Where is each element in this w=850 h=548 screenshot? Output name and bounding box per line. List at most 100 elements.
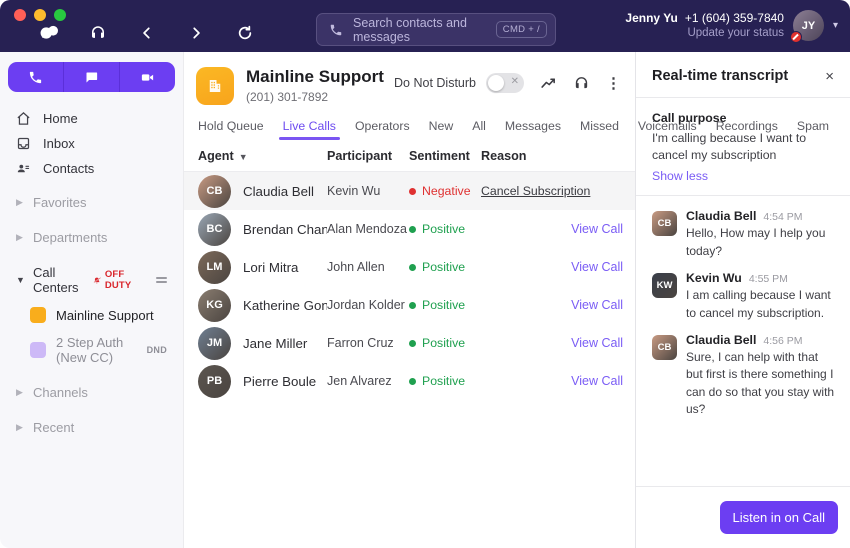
back-icon[interactable]	[136, 22, 158, 44]
dnd-toggle-label: Do Not Disturb	[394, 76, 476, 90]
view-call-link[interactable]: View Call	[571, 374, 623, 388]
forward-icon[interactable]	[185, 22, 207, 44]
chevron-right-icon: ▶	[16, 197, 24, 208]
view-call-link[interactable]: View Call	[571, 260, 623, 274]
chat-icon	[84, 70, 99, 85]
user-avatar[interactable]: JY	[793, 10, 824, 41]
participant-name: Kevin Wu	[327, 184, 409, 198]
sentiment-dot	[409, 188, 416, 195]
tab-voicemails[interactable]: Voicemails	[638, 119, 697, 140]
kebab-menu-icon[interactable]: ⋮	[606, 74, 621, 92]
column-header-reason[interactable]: Reason	[481, 149, 623, 163]
chevron-down-icon: ▼	[16, 275, 24, 285]
sidebar-section-favorites[interactable]: ▶ Favorites	[0, 189, 183, 216]
tab-bar: Hold Queue Live Calls Operators New All Messa…	[184, 105, 635, 140]
minimize-window-button[interactable]	[34, 9, 46, 21]
speaker-avatar: KW	[652, 273, 677, 298]
table-row[interactable]: KG Katherine Gonzales Jordan Kolder Posi…	[184, 286, 635, 324]
column-header-agent[interactable]: Agent▼	[198, 149, 327, 163]
tab-new[interactable]: New	[429, 119, 454, 140]
chevron-down-icon[interactable]: ▾	[833, 20, 838, 31]
close-icon[interactable]: ×	[825, 69, 834, 84]
update-status-link[interactable]: Update your status	[625, 26, 784, 42]
sidebar-item-inbox[interactable]: Inbox	[0, 131, 183, 156]
show-less-link[interactable]: Show less	[652, 169, 834, 183]
search-shortcut-badge: CMD + /	[496, 21, 547, 38]
headset-icon[interactable]	[573, 75, 590, 92]
sentiment-dot	[409, 378, 416, 385]
speaker-avatar: CB	[652, 335, 677, 360]
transcript-title: Real-time transcript	[652, 68, 788, 84]
call-center-avatar	[30, 307, 46, 323]
video-icon	[139, 70, 156, 85]
new-call-button[interactable]	[8, 62, 63, 92]
tab-live-calls[interactable]: Live Calls	[283, 119, 336, 140]
maximize-window-button[interactable]	[54, 9, 66, 21]
sidebar-section-recent[interactable]: ▶ Recent	[0, 414, 183, 441]
bell-off-icon	[93, 275, 101, 286]
column-header-participant[interactable]: Participant	[327, 149, 409, 163]
agent-name: Lori Mitra	[243, 260, 298, 275]
sidebar-item-contacts[interactable]: Contacts	[0, 156, 183, 181]
tab-hold-queue[interactable]: Hold Queue	[198, 119, 264, 140]
sidebar-section-departments[interactable]: ▶ Departments	[0, 224, 183, 251]
speaker-name: Claudia Bell	[686, 333, 756, 347]
sentiment-badge: Negative	[409, 184, 481, 198]
table-header: Agent▼ Participant Sentiment Reason	[184, 140, 635, 172]
message-text: I am calling because I want to cancel my…	[686, 287, 836, 322]
table-row[interactable]: BC Brendan Chang Alan Mendoza Positive V…	[184, 210, 635, 248]
sentiment-dot	[409, 226, 416, 233]
participant-name: John Allen	[327, 260, 409, 274]
user-menu[interactable]: Jenny Yu+1 (604) 359-7840 Update your st…	[625, 10, 838, 42]
search-placeholder: Search contacts and messages	[353, 16, 496, 44]
queue-settings-icon[interactable]	[156, 277, 167, 283]
building-icon	[206, 77, 224, 95]
tab-missed[interactable]: Missed	[580, 119, 619, 140]
tab-spam[interactable]: Spam	[797, 119, 829, 140]
reason-link[interactable]: Cancel Subscription	[481, 184, 590, 198]
refresh-icon[interactable]	[234, 22, 256, 44]
view-call-link[interactable]: View Call	[571, 222, 623, 236]
sidebar-item-mainline-support[interactable]: Mainline Support	[0, 301, 183, 329]
listen-in-on-call-button[interactable]: Listen in on Call	[720, 501, 839, 534]
table-row[interactable]: PB Pierre Boule Jen Alvarez Positive Vie…	[184, 362, 635, 400]
close-window-button[interactable]	[14, 9, 26, 21]
sentiment-badge: Positive	[409, 260, 481, 274]
sidebar-section-call-centers[interactable]: ▼ Call Centers OFF DUTY	[0, 259, 183, 301]
sidebar-section-channels[interactable]: ▶ Channels	[0, 379, 183, 406]
inbox-icon	[16, 136, 32, 151]
tab-recordings[interactable]: Recordings	[716, 119, 778, 140]
tab-all[interactable]: All	[472, 119, 486, 140]
table-row[interactable]: JM Jane Miller Farron Cruz Positive View…	[184, 324, 635, 362]
dnd-toggle[interactable]: ✕	[486, 73, 524, 93]
column-header-sentiment[interactable]: Sentiment	[409, 149, 481, 163]
participant-name: Alan Mendoza	[327, 222, 409, 236]
sidebar-item-2-step-auth[interactable]: 2 Step Auth (New CC) DND	[0, 329, 183, 371]
sidebar-item-home[interactable]: Home	[0, 106, 183, 131]
participant-name: Jen Alvarez	[327, 374, 409, 388]
message-text: Sure, I can help with that but first is …	[686, 349, 836, 419]
user-phone: +1 (604) 359-7840	[685, 11, 784, 25]
speaker-name: Kevin Wu	[686, 271, 742, 285]
tab-messages[interactable]: Messages	[505, 119, 561, 140]
view-call-link[interactable]: View Call	[571, 298, 623, 312]
dialpad-logo	[38, 22, 60, 44]
view-call-link[interactable]: View Call	[571, 336, 623, 350]
contacts-icon	[16, 161, 32, 176]
app-window: Search contacts and messages CMD + / Jen…	[0, 0, 850, 548]
analytics-icon[interactable]	[540, 75, 557, 92]
table-row[interactable]: LM Lori Mitra John Allen Positive View C…	[184, 248, 635, 286]
new-message-button[interactable]	[63, 62, 119, 92]
agent-name: Brendan Chang	[243, 222, 327, 237]
tab-operators[interactable]: Operators	[355, 119, 410, 140]
agent-avatar: CB	[198, 175, 231, 208]
headset-icon[interactable]	[87, 22, 109, 44]
home-icon	[16, 111, 32, 126]
table-row[interactable]: CB Claudia Bell Kevin Wu Negative Cancel…	[184, 172, 635, 210]
search-input[interactable]: Search contacts and messages CMD + /	[316, 13, 556, 46]
participant-name: Jordan Kolder	[327, 298, 409, 312]
sentiment-badge: Positive	[409, 336, 481, 350]
speaker-name: Claudia Bell	[686, 209, 756, 223]
sentiment-dot	[409, 302, 416, 309]
new-video-button[interactable]	[119, 62, 175, 92]
